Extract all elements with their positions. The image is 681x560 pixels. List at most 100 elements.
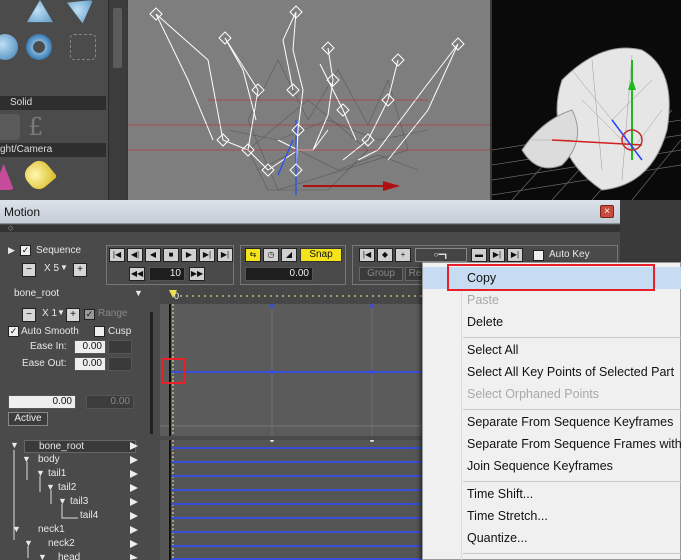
first-frame-icon[interactable]: |◀: [109, 248, 125, 262]
menu-item-time-stretch[interactable]: Time Stretch...: [423, 505, 681, 527]
perspective-viewport[interactable]: [492, 0, 681, 200]
zoom-plus-button[interactable]: +: [73, 263, 87, 277]
snap-button[interactable]: Snap: [300, 248, 342, 262]
clock-dropdown-icon[interactable]: ◢: [281, 248, 297, 262]
key-icon[interactable]: ○━┓: [415, 248, 467, 262]
track-label: tail2: [58, 482, 77, 493]
auto-smooth-label: Auto Smooth: [21, 326, 79, 337]
step-forward-icon[interactable]: ▶▶: [189, 267, 205, 281]
ease-out-label: Ease Out:: [22, 358, 67, 369]
menu-item-paste[interactable]: Paste: [423, 289, 681, 311]
x1-plus-button[interactable]: +: [66, 308, 80, 322]
expand-icon[interactable]: ◇: [8, 225, 13, 232]
loop-icon[interactable]: ⇆: [245, 248, 261, 262]
key-next-icon[interactable]: ▶|: [489, 248, 505, 262]
key-delete-icon[interactable]: ▬: [471, 248, 487, 262]
track-label: bone_root: [24, 440, 136, 453]
step-back-icon[interactable]: ◀◀: [129, 267, 145, 281]
menu-item-select-all-key-points[interactable]: Select All Key Points of Selected Part: [423, 361, 681, 383]
prev-frame-icon[interactable]: ◀: [145, 248, 161, 262]
key-prev-icon[interactable]: |◀: [359, 248, 375, 262]
torus-icon[interactable]: [26, 34, 52, 60]
ease-out-spinner[interactable]: [108, 357, 132, 371]
frame-step-input[interactable]: 10: [149, 267, 185, 281]
key-add-icon[interactable]: +: [395, 248, 411, 262]
track-tail4[interactable]: tail4: [80, 510, 98, 524]
sphere-icon[interactable]: [0, 34, 18, 60]
value-right-input[interactable]: 0.00: [86, 395, 134, 409]
palette-row-primitives-2: [0, 30, 108, 66]
ease-in-input[interactable]: 0.00: [74, 340, 106, 354]
track-label: tail1: [48, 468, 67, 479]
autokey-checkbox[interactable]: [533, 250, 544, 261]
x1-minus-button[interactable]: −: [22, 308, 36, 322]
x5-dropdown-icon[interactable]: ▼: [60, 263, 68, 272]
menu-item-join-keyframes[interactable]: Join Sequence Keyframes: [423, 455, 681, 477]
palette-scrollbar[interactable]: [108, 0, 126, 200]
close-button[interactable]: ×: [600, 205, 614, 218]
bone-name-label: bone_root: [14, 288, 60, 299]
x5-label: X 5: [44, 263, 60, 274]
solid-shape-icon[interactable]: [0, 114, 20, 140]
cube-wire-icon[interactable]: [70, 34, 96, 60]
pyramid-icon[interactable]: [27, 0, 53, 23]
collapse-arrow-icon[interactable]: ▼: [24, 538, 33, 548]
menu-separator: [463, 409, 681, 410]
menu-item-select-all[interactable]: Select All: [423, 339, 681, 361]
curve-svg: [160, 290, 422, 436]
transport-controls: |◀ ◀| ◀ ■ ▶ ▶| ▶| ◀◀ 10 ▶▶: [106, 245, 234, 285]
clock-icon[interactable]: ◷: [263, 248, 279, 262]
menu-item-separate-frames[interactable]: Separate From Sequence Frames with: [423, 433, 681, 455]
next-frame-icon[interactable]: ▶|: [199, 248, 215, 262]
pound-shape-icon[interactable]: £: [28, 114, 54, 140]
track-timeline[interactable]: [160, 440, 422, 560]
collapse-arrow-icon[interactable]: ▼: [36, 468, 45, 478]
menu-item-separate-keyframes[interactable]: Separate From Sequence Keyframes: [423, 411, 681, 433]
active-button[interactable]: Active: [8, 412, 48, 426]
prev-key-icon[interactable]: ◀|: [127, 248, 143, 262]
collapse-arrow-icon[interactable]: ▼: [12, 524, 21, 534]
front-viewport[interactable]: [128, 0, 490, 200]
stop-icon[interactable]: ■: [163, 248, 179, 262]
track-bone-root[interactable]: ▼ bone_root: [10, 440, 136, 454]
curve-graph[interactable]: 0: [160, 286, 422, 436]
x1-label: X 1: [42, 308, 58, 319]
perspective-model: [492, 47, 681, 200]
collapse-arrow-icon[interactable]: ▼: [46, 482, 55, 492]
play-arrow-icon[interactable]: ▶: [8, 245, 15, 256]
auto-smooth-checkbox[interactable]: ✓: [8, 326, 19, 337]
side-panel-splitter[interactable]: [150, 312, 153, 434]
ease-in-spinner[interactable]: [108, 340, 132, 354]
menu-item-time-shift[interactable]: Time Shift...: [423, 483, 681, 505]
palette-section-solid: Solid: [0, 96, 106, 110]
play-icon[interactable]: ▶: [181, 248, 197, 262]
light-icon[interactable]: [0, 164, 14, 190]
bone-dropdown-icon[interactable]: ▼: [134, 288, 143, 298]
key-last-icon[interactable]: ▶|: [507, 248, 523, 262]
range-label: Range: [98, 308, 128, 319]
menu-item-delete[interactable]: Delete: [423, 311, 681, 333]
wedge-icon[interactable]: [67, 0, 93, 24]
sequence-checkbox[interactable]: ✓: [20, 245, 31, 256]
zoom-minus-button[interactable]: −: [22, 263, 36, 277]
motion-title[interactable]: Motion: [0, 200, 620, 224]
snap-value-input[interactable]: 0.00: [245, 267, 313, 281]
range-checkbox[interactable]: ✓: [84, 309, 95, 320]
collapse-arrow-icon[interactable]: ▼: [22, 454, 31, 464]
cusp-checkbox[interactable]: [94, 326, 105, 337]
spotlight-icon[interactable]: [20, 156, 58, 194]
track-label: neck1: [38, 524, 65, 535]
collapse-arrow-icon[interactable]: ▼: [10, 440, 19, 450]
collapse-arrow-icon[interactable]: ▼: [58, 496, 67, 506]
ease-out-input[interactable]: 0.00: [74, 357, 106, 371]
menu-item-select-orphaned[interactable]: Select Orphaned Points: [423, 383, 681, 405]
key-insert-icon[interactable]: ◆: [377, 248, 393, 262]
palette-scroll-thumb[interactable]: [113, 8, 122, 68]
track-label: tail3: [70, 496, 89, 507]
group-button[interactable]: Group: [359, 267, 403, 281]
last-frame-icon[interactable]: ▶|: [217, 248, 233, 262]
x1-dropdown-icon[interactable]: ▼: [57, 308, 65, 317]
collapse-arrow-icon[interactable]: ▼: [38, 552, 47, 560]
menu-item-quantize[interactable]: Quantize...: [423, 527, 681, 549]
value-left-input[interactable]: 0.00: [8, 395, 76, 409]
